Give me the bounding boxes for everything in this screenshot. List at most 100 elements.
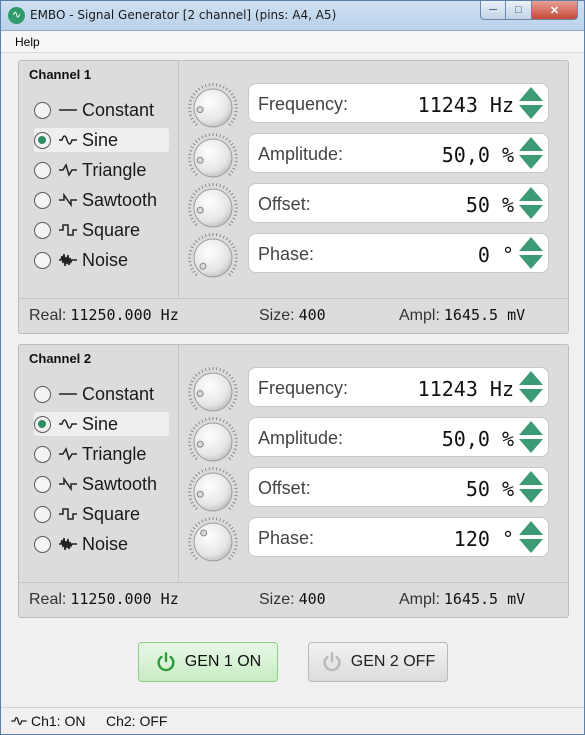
radio-button[interactable]: [34, 415, 51, 433]
spinner-arrows[interactable]: [519, 187, 543, 220]
waveform-radio-triangle[interactable]: Triangle: [34, 158, 169, 182]
arrow-up-icon[interactable]: [519, 471, 543, 485]
size-label: Size:: [259, 591, 295, 608]
phase-knob[interactable]: [187, 516, 239, 568]
spinner-arrows[interactable]: [519, 87, 543, 120]
divider: [19, 298, 568, 299]
close-button[interactable]: ✕: [532, 1, 578, 20]
amplitude-label: Amplitude:: [258, 144, 344, 164]
arrow-up-icon[interactable]: [519, 237, 543, 251]
radio-button[interactable]: [34, 101, 51, 119]
waveform-radio-sine[interactable]: Sine: [34, 412, 169, 436]
frequency-knob[interactable]: [187, 82, 239, 134]
phase-value: 0 °: [477, 243, 514, 267]
waveform-label: Triangle: [82, 443, 147, 464]
amplitude-spinbox[interactable]: Amplitude: 50,0 %: [248, 417, 549, 457]
spinner-arrows[interactable]: [519, 421, 543, 454]
frequency-value: 11243 Hz: [417, 93, 514, 117]
arrow-down-icon[interactable]: [519, 539, 543, 553]
radio-button[interactable]: [34, 385, 51, 403]
maximize-button[interactable]: □: [506, 1, 532, 20]
waveform-radio-noise[interactable]: Noise: [34, 532, 169, 556]
sawtooth-wave-icon: [59, 477, 77, 491]
minimize-icon: ─: [489, 4, 497, 16]
real-label: Real:: [29, 307, 67, 324]
radio-button[interactable]: [34, 221, 51, 239]
arrow-down-icon[interactable]: [519, 489, 543, 503]
phase-row: Phase: 0 °: [187, 233, 557, 278]
arrow-down-icon[interactable]: [519, 255, 543, 269]
spinner-arrows[interactable]: [519, 137, 543, 170]
waveform-radio-sine[interactable]: Sine: [34, 128, 169, 152]
arrow-up-icon[interactable]: [519, 187, 543, 201]
waveform-radio-sawtooth[interactable]: Sawtooth: [34, 472, 169, 496]
radio-button[interactable]: [34, 505, 51, 523]
phase-spinbox[interactable]: Phase: 120 °: [248, 517, 549, 557]
square-wave-icon: [59, 224, 77, 236]
arrow-down-icon[interactable]: [519, 439, 543, 453]
radio-button[interactable]: [34, 535, 51, 553]
spinner-arrows[interactable]: [519, 471, 543, 504]
frequency-spinbox[interactable]: Frequency: 11243 Hz: [248, 367, 549, 407]
spinner-arrows[interactable]: [519, 371, 543, 404]
amplitude-label: Amplitude:: [258, 428, 344, 448]
offset-knob[interactable]: [187, 182, 239, 234]
waveform-label: Noise: [82, 249, 129, 270]
arrow-up-icon[interactable]: [519, 421, 543, 435]
arrow-down-icon[interactable]: [519, 205, 543, 219]
amplitude-knob[interactable]: [187, 132, 239, 184]
amplitude-knob[interactable]: [187, 416, 239, 468]
frequency-spinbox[interactable]: Frequency: 11243 Hz: [248, 83, 549, 123]
arrow-down-icon[interactable]: [519, 105, 543, 119]
spinner-arrows[interactable]: [519, 237, 543, 270]
waveform-radio-sawtooth[interactable]: Sawtooth: [34, 188, 169, 212]
amplitude-row: Amplitude: 50,0 %: [187, 133, 557, 178]
waveform-radio-constant[interactable]: Constant: [34, 382, 169, 406]
radio-button[interactable]: [34, 251, 51, 269]
arrow-up-icon[interactable]: [519, 371, 543, 385]
offset-value: 50 %: [465, 477, 514, 501]
frequency-knob[interactable]: [187, 366, 239, 418]
arrow-down-icon[interactable]: [519, 155, 543, 169]
power-icon: [157, 652, 175, 672]
waveform-radio-group: Constant Sine Triangle Sawtooth Square Noise: [34, 382, 169, 562]
gen-1-toggle-button[interactable]: GEN 1 ON: [138, 642, 278, 682]
phase-spinbox[interactable]: Phase: 0 °: [248, 233, 549, 273]
arrow-up-icon[interactable]: [519, 137, 543, 151]
phase-value: 120 °: [453, 527, 514, 551]
radio-button[interactable]: [34, 445, 51, 463]
ampl-label: Ampl:: [399, 591, 440, 608]
waveform-label: Constant: [82, 99, 155, 120]
offset-spinbox[interactable]: Offset: 50 %: [248, 467, 549, 507]
amplitude-row: Amplitude: 50,0 %: [187, 417, 557, 462]
waveform-radio-triangle[interactable]: Triangle: [34, 442, 169, 466]
radio-button[interactable]: [34, 191, 51, 209]
title-bar[interactable]: ∿ EMBO - Signal Generator [2 channel] (p…: [1, 1, 584, 31]
phase-knob[interactable]: [187, 232, 239, 284]
radio-button[interactable]: [34, 161, 51, 179]
amplitude-spinbox[interactable]: Amplitude: 50,0 %: [248, 133, 549, 173]
frequency-value: 11243 Hz: [417, 377, 514, 401]
waveform-radio-noise[interactable]: Noise: [34, 248, 169, 272]
gen-2-label: GEN 2 OFF: [350, 653, 436, 670]
spinner-arrows[interactable]: [519, 521, 543, 554]
offset-knob[interactable]: [187, 466, 239, 518]
minimize-button[interactable]: ─: [480, 1, 506, 20]
radio-button[interactable]: [34, 131, 51, 149]
menu-bar: Help: [1, 31, 584, 53]
amplitude-status: Ampl: 1645.5 mV: [399, 306, 525, 325]
arrow-up-icon[interactable]: [519, 521, 543, 535]
waveform-radio-square[interactable]: Square: [34, 502, 169, 526]
waveform-label: Sine: [82, 413, 119, 434]
waveform-radio-constant[interactable]: Constant: [34, 98, 169, 122]
divider: [178, 345, 179, 582]
waveform-radio-square[interactable]: Square: [34, 218, 169, 242]
radio-button[interactable]: [34, 475, 51, 493]
gen-1-label: GEN 1 ON: [184, 653, 262, 670]
gen-2-toggle-button[interactable]: GEN 2 OFF: [308, 642, 448, 682]
arrow-up-icon[interactable]: [519, 87, 543, 101]
offset-spinbox[interactable]: Offset: 50 %: [248, 183, 549, 223]
arrow-down-icon[interactable]: [519, 389, 543, 403]
menu-help[interactable]: Help: [15, 35, 40, 49]
waveform-label: Sawtooth: [82, 473, 158, 494]
